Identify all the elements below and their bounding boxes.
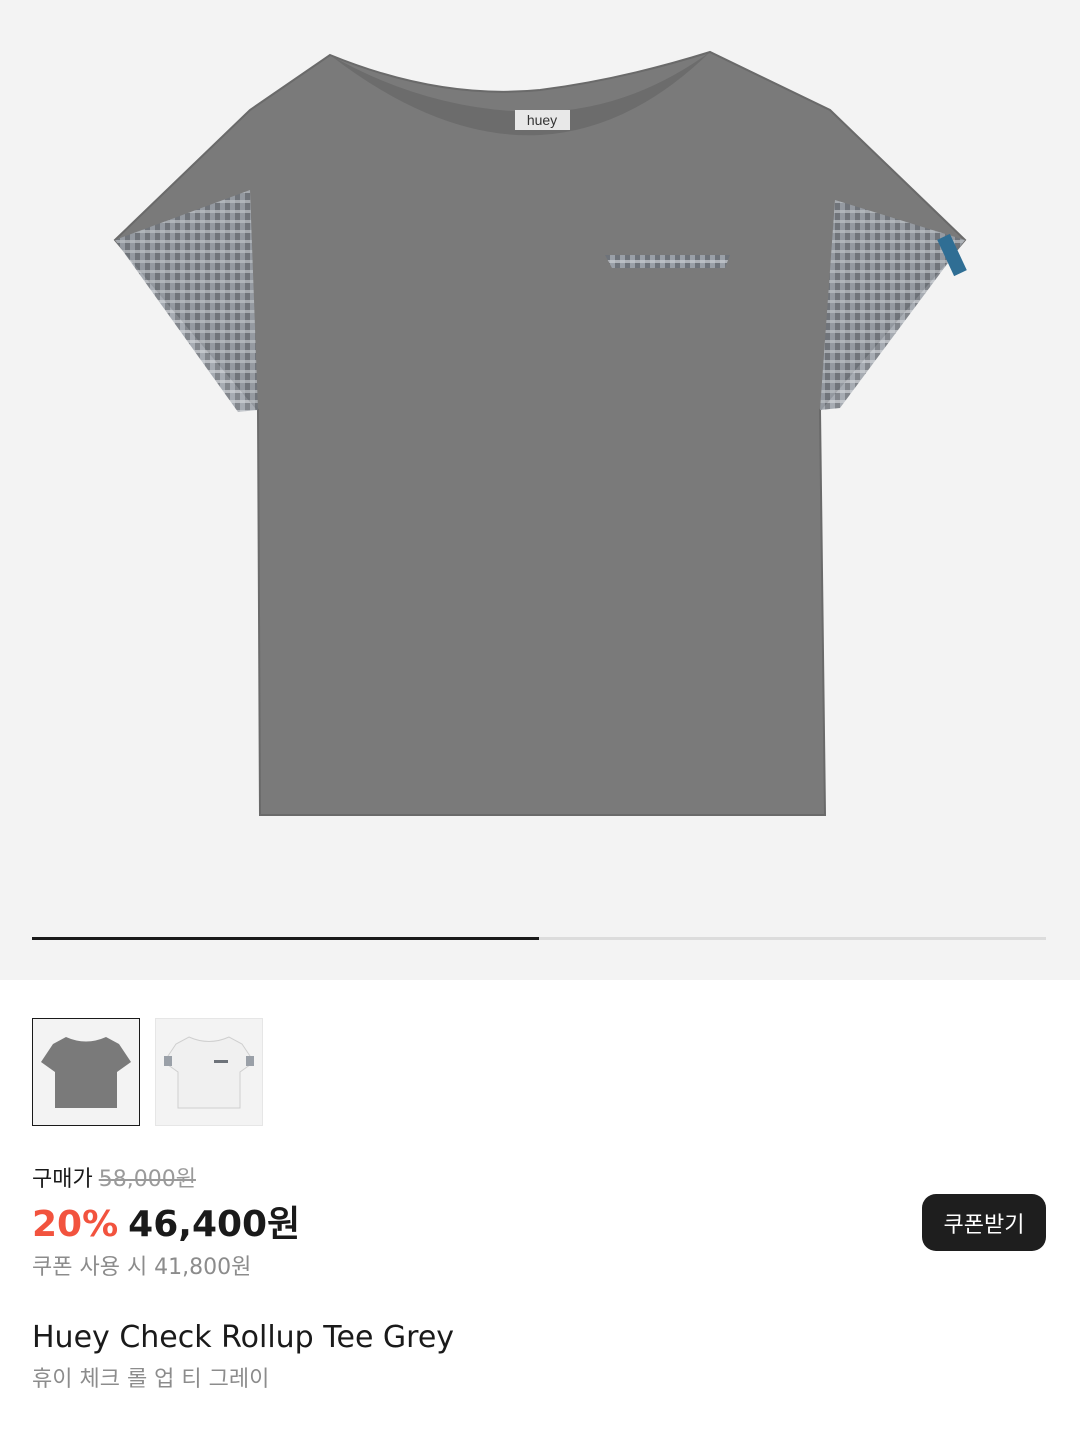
product-image-gallery[interactable]: huey bbox=[0, 0, 1080, 980]
discount-percent: 20% bbox=[32, 1204, 119, 1245]
original-price: 58,000원 bbox=[98, 1167, 196, 1192]
get-coupon-button[interactable]: 쿠폰받기 bbox=[922, 1194, 1046, 1251]
coupon-price-text: 쿠폰 사용 시 41,800원 bbox=[32, 1255, 252, 1280]
grey-tee-thumbnail-image bbox=[41, 1037, 131, 1108]
sale-price: 46,400원 bbox=[128, 1204, 301, 1245]
thumbnail-white-tee[interactable] bbox=[155, 1018, 263, 1126]
price-section: 구매가 58,000원 20% 46,400원 쿠폰 사용 시 41,800원 bbox=[32, 1165, 1046, 1283]
thumbnail-strip bbox=[32, 1018, 263, 1126]
thumbnail-grey-tee[interactable] bbox=[32, 1018, 140, 1126]
gallery-progress-fill bbox=[32, 937, 539, 940]
product-title: Huey Check Rollup Tee Grey bbox=[32, 1320, 455, 1355]
shirt-brand-tag: huey bbox=[527, 112, 557, 128]
sale-price-row: 20% 46,400원 bbox=[32, 1203, 1046, 1247]
product-main-image: huey bbox=[113, 50, 967, 816]
gallery-progress-bar bbox=[32, 937, 1046, 940]
price-label: 구매가 bbox=[32, 1167, 93, 1192]
original-price-row: 구매가 58,000원 bbox=[32, 1165, 1046, 1195]
white-tee-thumbnail-image bbox=[164, 1036, 254, 1109]
product-subtitle: 휴이 체크 롤 업 티 그레이 bbox=[32, 1367, 270, 1392]
